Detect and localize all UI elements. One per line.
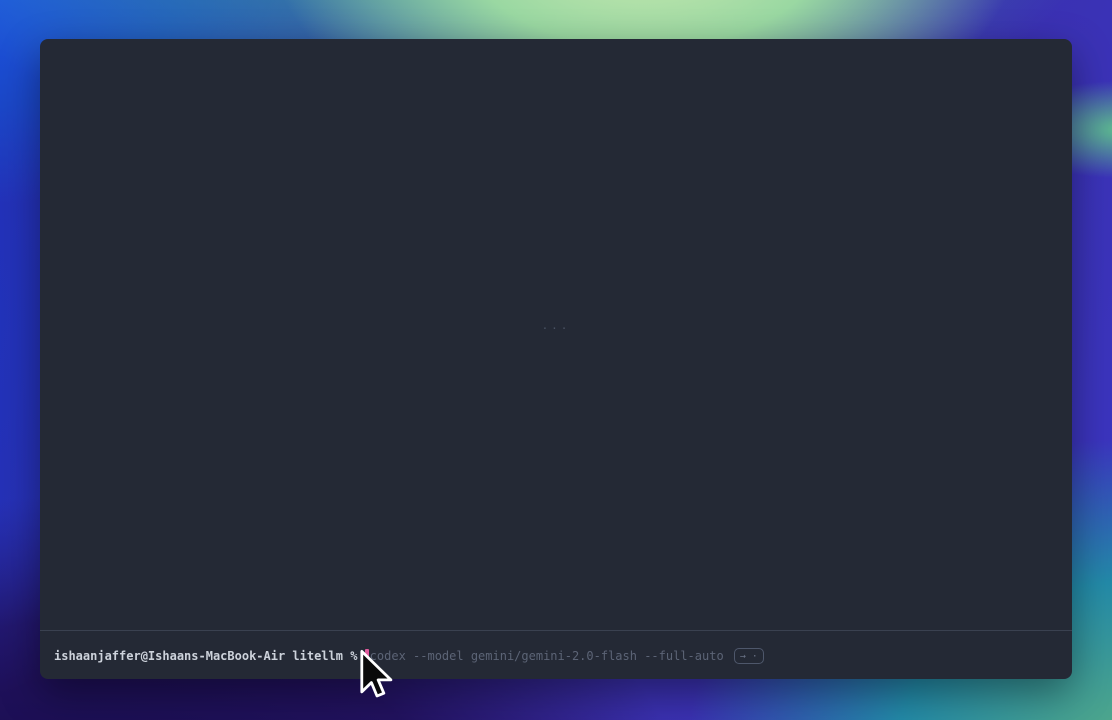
accept-suggestion-hint-badge: → · xyxy=(734,648,764,664)
terminal-window[interactable]: ··· ishaanjaffer@Ishaans-MacBook-Air lit… xyxy=(40,39,1072,679)
desktop-wallpaper: ··· ishaanjaffer@Ishaans-MacBook-Air lit… xyxy=(0,0,1112,720)
terminal-prompt-divider xyxy=(40,630,1072,631)
shell-prompt-text: ishaanjaffer@Ishaans-MacBook-Air litellm… xyxy=(54,649,365,663)
terminal-prompt-line[interactable]: ishaanjaffer@Ishaans-MacBook-Air litellm… xyxy=(54,645,1058,667)
autosuggestion-text: codex --model gemini/gemini-2.0-flash --… xyxy=(370,649,724,663)
mouse-arrow-cursor xyxy=(358,648,396,708)
terminal-loading-ellipsis: ··· xyxy=(40,322,1072,335)
